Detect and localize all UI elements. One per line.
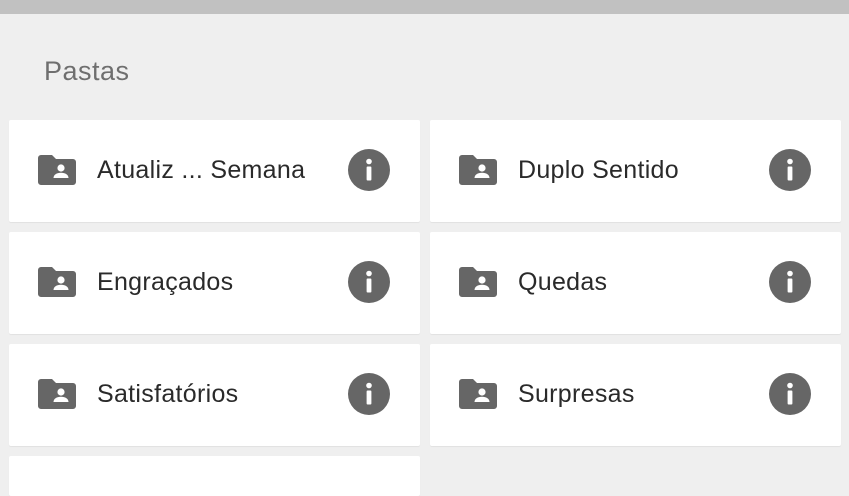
shared-folder-icon [38, 377, 76, 409]
shared-folder-icon [38, 265, 76, 297]
status-bar [0, 0, 849, 14]
folder-card[interactable]: Satisfatórios [9, 344, 420, 446]
folder-card-partial[interactable] [9, 456, 420, 496]
info-icon[interactable] [348, 149, 390, 191]
folder-label: Atualiz ... Semana [97, 156, 306, 184]
folder-label: Surpresas [518, 380, 635, 408]
folder-grid: Atualiz ... Semana Duplo Sentido Engraça… [9, 120, 841, 496]
info-icon[interactable] [348, 261, 390, 303]
info-icon[interactable] [769, 373, 811, 415]
folder-card[interactable]: Quedas [430, 232, 841, 334]
section-title: Pastas [44, 56, 130, 86]
folder-label: Duplo Sentido [518, 156, 679, 184]
shared-folder-icon [459, 265, 497, 297]
folder-label: Satisfatórios [97, 380, 239, 408]
shared-folder-icon [459, 377, 497, 409]
shared-folder-icon [459, 153, 497, 185]
folder-card[interactable]: Engraçados [9, 232, 420, 334]
shared-folder-icon [38, 153, 76, 185]
folder-label: Quedas [518, 268, 608, 296]
folder-card[interactable]: Atualiz ... Semana [9, 120, 420, 222]
folder-card[interactable]: Duplo Sentido [430, 120, 841, 222]
info-icon[interactable] [769, 149, 811, 191]
folder-label: Engraçados [97, 268, 234, 296]
folder-card[interactable]: Surpresas [430, 344, 841, 446]
info-icon[interactable] [769, 261, 811, 303]
info-icon[interactable] [348, 373, 390, 415]
